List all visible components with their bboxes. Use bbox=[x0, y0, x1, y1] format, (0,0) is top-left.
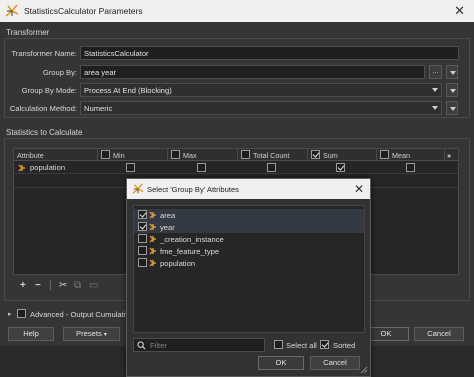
modal-title-bar[interactable]: Select 'Group By' Attributes ✕ bbox=[127, 179, 370, 199]
column-header-sum[interactable]: Sum bbox=[308, 149, 377, 161]
chevron-down-icon bbox=[450, 71, 456, 75]
sorted-checkbox[interactable] bbox=[320, 340, 329, 349]
chevron-down-icon bbox=[450, 89, 456, 93]
stats-table-header: Attribute Min Max Total Count Sum Mean » bbox=[14, 149, 458, 161]
attribute-icon bbox=[149, 223, 156, 231]
list-item-population[interactable]: population bbox=[134, 257, 364, 269]
row-sum-checkbox[interactable] bbox=[336, 163, 345, 172]
chevron-down-icon: ▾ bbox=[103, 332, 107, 338]
sum-column-checkbox[interactable] bbox=[311, 150, 320, 159]
cut-icon[interactable]: ✂ bbox=[59, 280, 67, 291]
calc-method-select[interactable]: Numeric bbox=[80, 101, 442, 115]
title-bar[interactable]: StatisticsCalculator Parameters ✕ bbox=[0, 0, 474, 22]
row-max-checkbox[interactable] bbox=[197, 163, 206, 172]
close-icon[interactable]: ✕ bbox=[354, 182, 364, 196]
close-icon[interactable]: ✕ bbox=[454, 3, 465, 19]
presets-button[interactable]: Presets ▾ bbox=[63, 327, 120, 341]
item-checkbox[interactable] bbox=[138, 258, 147, 267]
select-all-label: Select all bbox=[286, 341, 317, 350]
item-checkbox[interactable] bbox=[138, 234, 147, 243]
chevron-down-icon bbox=[432, 88, 438, 92]
group-by-label: Group By: bbox=[42, 68, 77, 77]
modal-ok-button[interactable]: OK bbox=[258, 356, 304, 370]
group-by-mode-value: Process At End (Blocking) bbox=[84, 86, 172, 95]
column-header-attribute[interactable]: Attribute bbox=[14, 149, 98, 161]
column-header-total-count[interactable]: Total Count bbox=[238, 149, 308, 161]
fme-app-icon bbox=[132, 183, 144, 194]
group-by-attributes-dialog: Select 'Group By' Attributes ✕ area year… bbox=[126, 178, 371, 377]
table-row[interactable]: population bbox=[14, 161, 458, 174]
stats-section-label: Statistics to Calculate bbox=[6, 128, 83, 137]
chevron-down-icon bbox=[450, 107, 456, 111]
transformer-name-label: Transformer Name: bbox=[11, 49, 77, 58]
max-column-checkbox[interactable] bbox=[171, 150, 180, 159]
row-min-checkbox[interactable] bbox=[126, 163, 135, 172]
group-by-browse-button[interactable]: ... bbox=[429, 65, 442, 79]
copy-icon[interactable]: ⧉ bbox=[74, 280, 81, 291]
row-attribute-name: population bbox=[30, 163, 66, 172]
cancel-button[interactable]: Cancel bbox=[414, 327, 464, 341]
select-all-checkbox[interactable] bbox=[274, 340, 283, 349]
sorted-label: Sorted bbox=[333, 341, 356, 350]
advanced-checkbox[interactable] bbox=[17, 309, 26, 318]
row-mean-checkbox[interactable] bbox=[406, 163, 415, 172]
calc-method-value: Numeric bbox=[84, 104, 113, 113]
item-checkbox[interactable] bbox=[138, 222, 147, 231]
min-column-checkbox[interactable] bbox=[101, 150, 110, 159]
chevron-right-icon[interactable]: ▸ bbox=[8, 310, 12, 318]
attribute-icon bbox=[149, 211, 156, 219]
list-item-year[interactable]: year bbox=[134, 221, 364, 233]
attribute-list: area year _creation_instance fme_feature… bbox=[133, 205, 365, 333]
column-header-mean[interactable]: Mean bbox=[377, 149, 445, 161]
column-header-max[interactable]: Max bbox=[168, 149, 238, 161]
add-icon[interactable]: + bbox=[20, 280, 26, 291]
list-item-creation-instance[interactable]: _creation_instance bbox=[134, 233, 364, 245]
calc-method-menu-button[interactable] bbox=[446, 101, 458, 115]
filter-placeholder: Filter bbox=[150, 341, 167, 350]
group-by-mode-select[interactable]: Process At End (Blocking) bbox=[80, 83, 442, 97]
advanced-label: Advanced - Output Cumulative bbox=[30, 310, 134, 319]
transformer-name-field[interactable]: StatisticsCalculator bbox=[80, 46, 459, 60]
help-button[interactable]: Help bbox=[8, 327, 54, 341]
list-item-area[interactable]: area bbox=[134, 209, 364, 221]
attribute-icon bbox=[149, 235, 156, 243]
group-by-mode-menu-button[interactable] bbox=[446, 83, 458, 97]
column-header-min[interactable]: Min bbox=[98, 149, 168, 161]
presets-label: Presets bbox=[76, 329, 102, 338]
total-count-column-checkbox[interactable] bbox=[241, 150, 250, 159]
row-total-count-checkbox[interactable] bbox=[267, 163, 276, 172]
paste-icon[interactable]: ▭ bbox=[89, 280, 98, 291]
chevron-down-icon bbox=[432, 106, 438, 110]
calc-method-label: Calculation Method: bbox=[9, 104, 77, 113]
modal-title: Select 'Group By' Attributes bbox=[147, 185, 239, 194]
item-checkbox[interactable] bbox=[138, 210, 147, 219]
group-by-mode-label: Group By Mode: bbox=[21, 86, 77, 95]
list-item-fme-feature-type[interactable]: fme_feature_type bbox=[134, 245, 364, 257]
fme-app-icon bbox=[5, 4, 19, 17]
transformer-section-label: Transformer bbox=[6, 28, 50, 37]
resize-grip-icon[interactable] bbox=[360, 366, 368, 374]
group-by-field[interactable]: area year bbox=[80, 65, 425, 79]
window-title: StatisticsCalculator Parameters bbox=[24, 6, 143, 16]
attribute-icon bbox=[149, 247, 156, 255]
remove-icon[interactable]: − bbox=[35, 280, 41, 291]
attribute-icon bbox=[149, 259, 156, 267]
separator: | bbox=[49, 280, 52, 291]
search-icon bbox=[137, 341, 146, 350]
group-by-menu-button[interactable] bbox=[446, 65, 458, 79]
double-chevron-right-icon[interactable]: » bbox=[445, 149, 458, 161]
attribute-icon bbox=[18, 164, 25, 172]
mean-column-checkbox[interactable] bbox=[380, 150, 389, 159]
modal-cancel-button[interactable]: Cancel bbox=[310, 356, 360, 370]
item-checkbox[interactable] bbox=[138, 246, 147, 255]
filter-input[interactable]: Filter bbox=[133, 338, 265, 352]
